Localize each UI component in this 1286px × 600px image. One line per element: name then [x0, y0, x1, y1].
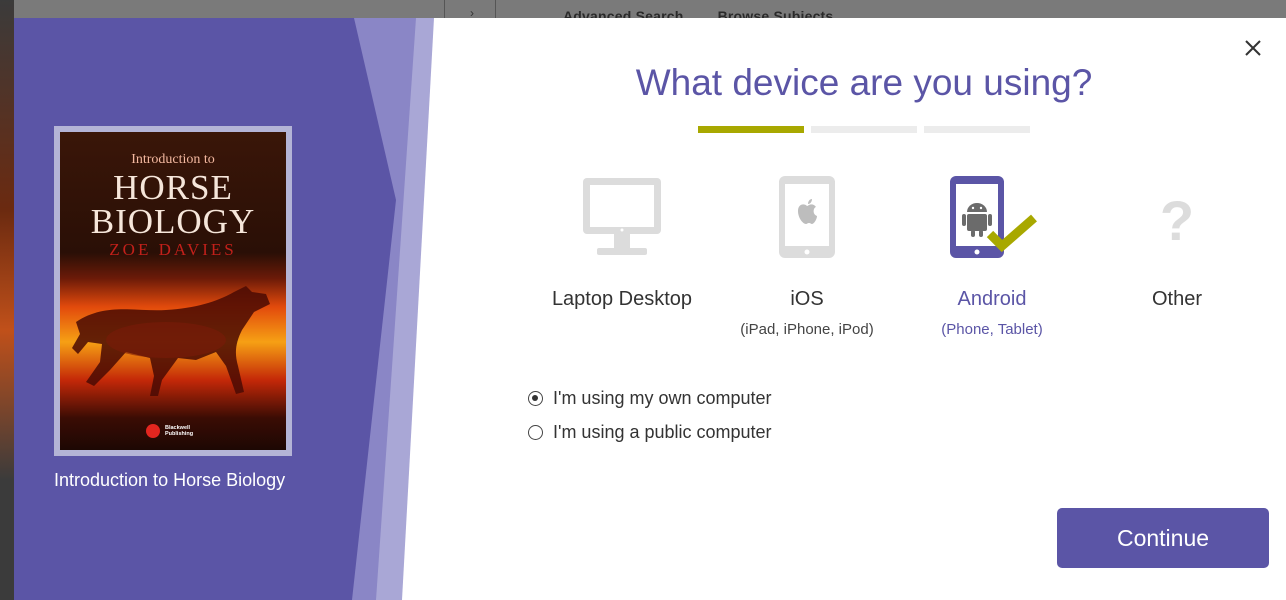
android-phone-icon	[950, 176, 1037, 258]
apple-tablet-icon	[779, 176, 835, 258]
book-cover: Introduction to HORSE BIOLOGY ZOE DAVIES…	[54, 126, 292, 456]
cover-subtitle: Introduction to	[131, 152, 215, 167]
svg-text:?: ?	[1160, 189, 1194, 252]
modal-heading: What device are you using?	[635, 62, 1093, 103]
public-computer-radio[interactable]	[528, 425, 543, 440]
device-option-android[interactable]: Android (Phone, Tablet)	[897, 176, 1087, 338]
device-option-ios[interactable]: iOS (iPad, iPhone, iPod)	[712, 176, 902, 338]
progress-step-3	[924, 126, 1030, 133]
horse-silhouette-image	[72, 286, 270, 396]
own-computer-radio[interactable]	[528, 391, 543, 406]
device-option-other[interactable]: ? Other	[1082, 176, 1272, 311]
progress-step-2	[811, 126, 917, 133]
device-label: iOS	[790, 288, 824, 310]
device-selection-modal: Introduction to HORSE BIOLOGY ZOE DAVIES…	[14, 18, 1286, 600]
device-option-laptop-desktop[interactable]: Laptop Desktop	[527, 176, 717, 311]
continue-button[interactable]: Continue	[1057, 508, 1269, 568]
public-computer-option[interactable]: I'm using a public computer	[528, 422, 772, 443]
own-computer-option[interactable]: I'm using my own computer	[528, 388, 772, 409]
device-label: Android	[957, 288, 1027, 310]
close-button[interactable]	[1239, 34, 1267, 62]
question-mark-icon: ?	[1160, 189, 1194, 252]
book-cover-image: Introduction to HORSE BIOLOGY ZOE DAVIES…	[60, 132, 286, 450]
progress-stepper	[698, 126, 1038, 134]
cover-title-line2: BIOLOGY	[90, 202, 256, 241]
book-title: Introduction to Horse Biology	[54, 470, 286, 490]
cover-author: ZOE DAVIES	[109, 240, 237, 259]
monitor-icon	[583, 178, 661, 255]
publisher-logo: Blackwell Publishing	[146, 424, 193, 438]
progress-step-1	[698, 126, 804, 133]
radio-label: I'm using my own computer	[553, 388, 772, 408]
publisher-name-line2: Publishing	[165, 431, 194, 437]
close-icon	[1245, 40, 1261, 56]
background-page-edge	[0, 0, 14, 600]
device-label: Other	[1151, 288, 1203, 310]
radio-label: I'm using a public computer	[553, 422, 772, 442]
device-sublabel: (Phone, Tablet)	[941, 321, 1043, 338]
blackwell-logo-icon	[146, 424, 160, 438]
book-panel: Introduction to HORSE BIOLOGY ZOE DAVIES…	[14, 18, 434, 600]
device-sublabel: (iPad, iPhone, iPod)	[740, 321, 874, 338]
device-label: Laptop Desktop	[551, 288, 693, 310]
